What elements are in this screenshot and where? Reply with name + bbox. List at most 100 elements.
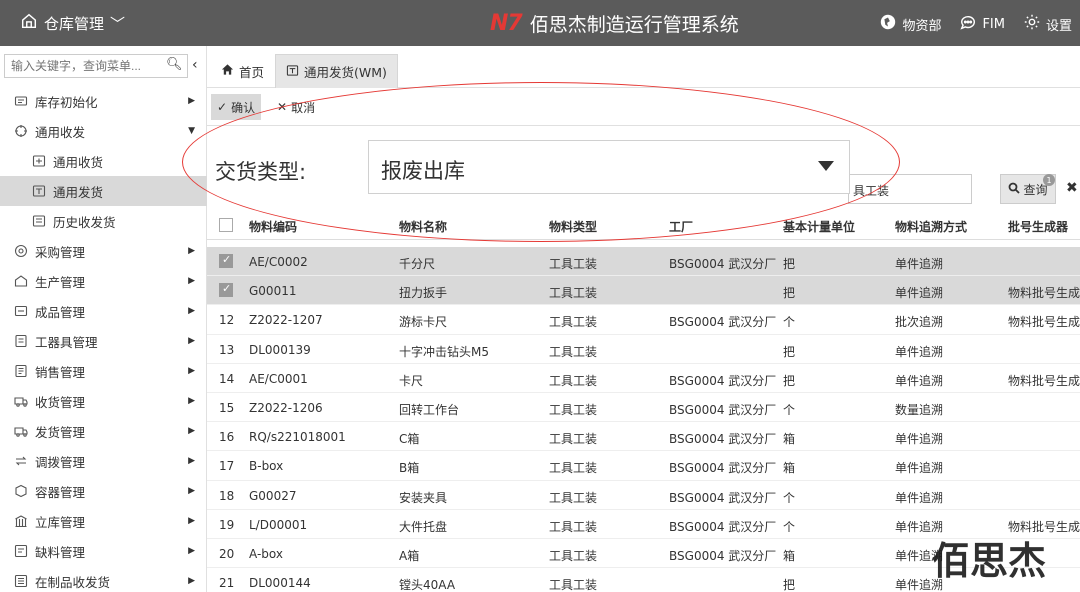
search-icon[interactable]: 🔍︎ (166, 57, 183, 72)
chevron-right-icon: ▶ (188, 396, 195, 406)
sidebar-item-wip[interactable]: 在制品收发货 ▶ (0, 566, 207, 592)
cell-type: 工具工装 (549, 461, 598, 476)
table-row[interactable]: 15 Z2022-1206 回转工作台 工具工装 BSG0004 武汉分厂个 数量追溯 (207, 393, 1080, 423)
settings-label: 设置 (1045, 18, 1072, 34)
sidebar-item-label: 通用收货 (53, 154, 104, 170)
cell-type: 工具工装 (549, 286, 598, 301)
cell-batch: 物料批号生成 (1008, 286, 1080, 301)
cell-code: DL000144 (249, 576, 311, 591)
col-code[interactable]: 物料编码 (249, 218, 297, 235)
cell-trace: 单件追溯 (895, 461, 944, 476)
check-icon: ✓ (217, 100, 228, 114)
globe-icon (879, 13, 897, 35)
row-number: 20 (219, 546, 235, 561)
sidebar-item-container[interactable]: 容器管理 ▶ (0, 476, 207, 506)
table-row[interactable]: 12 Z2022-1207 游标卡尺 工具工装 BSG0004 武汉分厂个 批次追溯 物料批… (207, 305, 1080, 335)
cell-type: 工具工装 (549, 257, 598, 271)
collapse-sidebar-icon[interactable]: ‹ (192, 57, 198, 73)
cell-unit: 箱 (783, 461, 796, 476)
table-row[interactable]: G00011 扭力扳手 工具工装 把 单件追溯 物料批号生成 (207, 276, 1080, 306)
chevron-right-icon: ▶ (188, 246, 195, 256)
history-icon (32, 214, 46, 228)
row-checkbox[interactable] (219, 253, 233, 268)
search-icon (1008, 182, 1021, 197)
table-row[interactable]: AE/C0002 千分尺 工具工装 BSG0004 武汉分厂把 单件追溯 (207, 247, 1080, 277)
fim-link[interactable]: FIM (959, 13, 1005, 35)
department-link[interactable]: 物资部 (879, 13, 941, 35)
cell-plant: BSG0004 武汉分厂 (669, 315, 777, 330)
cell-type: 工具工装 (549, 490, 598, 505)
row-checkbox[interactable] (219, 282, 233, 298)
col-name[interactable]: 物料名称 (399, 218, 447, 235)
col-plant[interactable]: 工厂 (669, 218, 693, 235)
row-number: 21 (219, 576, 235, 591)
sidebar-item-purchase[interactable]: 采购管理 ▶ (0, 236, 207, 266)
chevron-right-icon: ▶ (188, 426, 195, 436)
sidebar-item-product[interactable]: 成品管理 ▶ (0, 296, 207, 326)
settings-link[interactable]: 设置 (1023, 13, 1072, 35)
fim-label: FIM (982, 16, 1005, 32)
cell-trace: 单件追溯 (895, 286, 944, 301)
cancel-label: 取消 (291, 100, 316, 115)
col-type[interactable]: 物料类型 (549, 218, 597, 235)
tab-general-send[interactable]: 通用发货(WM) (275, 54, 398, 88)
sales-icon (14, 364, 28, 378)
filter-input[interactable]: 具工装 (848, 174, 972, 204)
clear-filter-icon[interactable]: ✖ (1066, 180, 1078, 196)
cell-name: 千分尺 (399, 257, 436, 271)
tab-home[interactable]: 首页 (211, 54, 274, 88)
col-trace[interactable]: 物料追溯方式 (895, 218, 967, 235)
sidebar-item-shipping[interactable]: 发货管理 ▶ (0, 416, 207, 446)
select-all-checkbox[interactable] (219, 218, 233, 232)
cell-code: DL000139 (249, 342, 311, 357)
table-row[interactable]: 13 DL000139 十字冲击钻头M5 工具工装 把 单件追溯 (207, 335, 1080, 364)
table-header: 物料编码 物料名称 物料类型 工厂 基本计量单位 物料追溯方式 批号生成器 (207, 210, 1080, 240)
sidebar-item-shortage[interactable]: 缺料管理 ▶ (0, 536, 207, 566)
sidebar-item-receiving[interactable]: 收货管理 ▶ (0, 386, 207, 416)
sidebar-item-general-receive[interactable]: 通用收货 (0, 146, 207, 176)
table-row[interactable]: 14 AE/C0001 卡尺 工具工装 BSG0004 武汉分厂把 单件追溯 物料批号生成 (207, 364, 1080, 393)
delivery-type-label: 交货类型: (215, 160, 307, 184)
col-unit[interactable]: 基本计量单位 (783, 218, 855, 235)
inventory-icon (14, 94, 28, 108)
chevron-right-icon: ▶ (188, 456, 195, 466)
sidebar-item-inventory-init[interactable]: 库存初始化 ▶ (0, 86, 207, 116)
cancel-button[interactable]: ✕ 取消 (271, 94, 321, 120)
table-row[interactable]: 17 B-box B箱 工具工装 BSG0004 武汉分厂箱 单件追溯 (207, 451, 1080, 481)
table-row[interactable]: 16 RQ/s221018001 C箱 工具工装 BSG0004 武汉分厂箱 单件追溯 (207, 422, 1080, 452)
cell-batch: 物料批号生成 (1008, 373, 1080, 388)
confirm-button[interactable]: ✓ 确认 (211, 94, 262, 120)
gear-icon (1023, 13, 1041, 35)
module-switcher[interactable]: 仓库管理 ﹀ (20, 12, 125, 34)
sidebar-item-warehouse[interactable]: 立库管理 ▶ (0, 506, 207, 536)
table-row[interactable]: 18 G00027 安装夹具 工具工装 BSG0004 武汉分厂个 单件追溯 (207, 481, 1080, 510)
sidebar-item-label: 缺料管理 (35, 544, 86, 560)
cell-name: B箱 (399, 461, 420, 476)
chevron-right-icon: ▶ (188, 576, 195, 586)
cell-code: Z2022-1206 (249, 400, 323, 415)
tab-bar: 首页 通用发货(WM) (207, 46, 1080, 88)
sidebar-item-production[interactable]: 生产管理 ▶ (0, 266, 207, 296)
module-label: 仓库管理 (44, 14, 105, 33)
sidebar-item-label: 调拨管理 (35, 454, 86, 470)
sidebar-item-general-send[interactable]: 通用发货 (0, 176, 207, 206)
col-batch[interactable]: 批号生成器 (1008, 218, 1068, 235)
sidebar-item-transfer[interactable]: 调拨管理 ▶ (0, 446, 207, 476)
cell-name: 游标卡尺 (399, 315, 448, 330)
cell-trace: 单件追溯 (895, 257, 944, 271)
cell-plant: BSG0004 武汉分厂 (669, 432, 777, 447)
confirm-label: 确认 (231, 100, 256, 115)
sidebar-item-history[interactable]: 历史收发货 (0, 206, 207, 236)
cell-unit: 个 (783, 519, 796, 534)
menu-search-input[interactable] (4, 54, 188, 78)
home-icon (221, 63, 234, 79)
cell-name: A箱 (399, 548, 420, 563)
delivery-type-select[interactable]: 报废出库 (368, 140, 850, 194)
sidebar-item-tools[interactable]: 工器具管理 ▶ (0, 326, 207, 356)
sidebar-item-general-transfer[interactable]: 通用收发 ▼ (0, 116, 207, 146)
cell-type: 工具工装 (549, 373, 598, 388)
tool-icon (14, 334, 28, 348)
sidebar-item-sales[interactable]: 销售管理 ▶ (0, 356, 207, 386)
sidebar-item-label: 发货管理 (35, 424, 86, 440)
cell-code: AE/C0002 (249, 255, 308, 269)
